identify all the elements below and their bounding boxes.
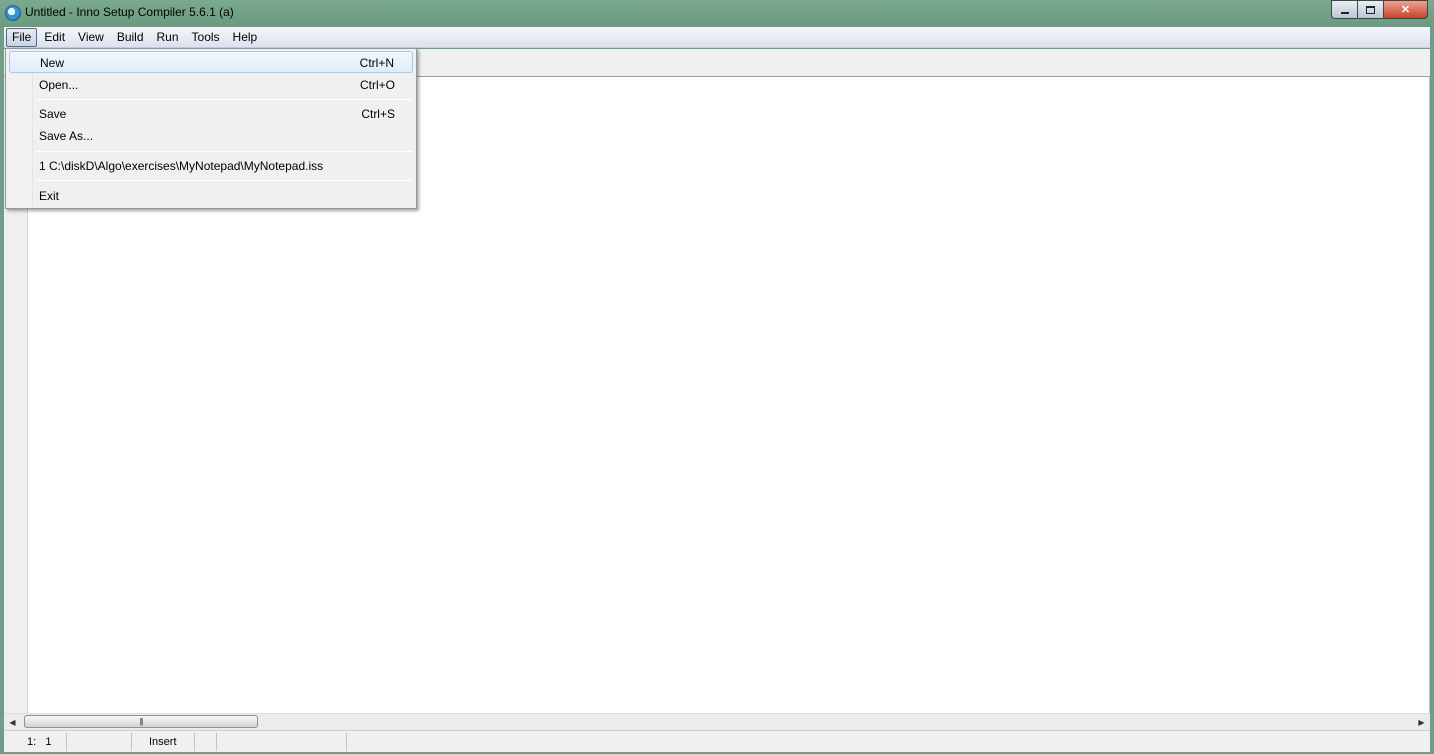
menu-separator xyxy=(36,151,412,152)
menu-tools[interactable]: Tools xyxy=(186,28,226,47)
menu-item-label: Save xyxy=(39,107,67,121)
menu-item-shortcut: Ctrl+S xyxy=(361,107,395,121)
menu-item-label: New xyxy=(40,56,65,70)
menu-edit[interactable]: Edit xyxy=(38,28,71,47)
menu-item-open[interactable]: Open... Ctrl+O xyxy=(9,74,413,96)
grip-icon: ||| xyxy=(139,717,143,726)
maximize-button[interactable] xyxy=(1357,0,1383,19)
scrollbar-thumb[interactable]: ||| xyxy=(24,715,258,728)
menu-bar: File Edit View Build Run Tools Help xyxy=(4,27,1430,48)
menu-item-label: Open... xyxy=(39,78,79,92)
menu-item-new[interactable]: New Ctrl+N xyxy=(9,51,413,73)
horizontal-scrollbar[interactable]: ◀ ||| ▶ xyxy=(4,713,1430,730)
minimize-button[interactable] xyxy=(1331,0,1357,19)
insert-mode: Insert xyxy=(149,736,177,748)
scroll-right-arrow-icon[interactable]: ▶ xyxy=(1413,714,1430,730)
menu-item-recent-file[interactable]: 1 C:\diskD\Algo\exercises\MyNotepad\MyNo… xyxy=(9,155,413,177)
minimize-icon xyxy=(1340,11,1349,14)
menu-item-label: 1 C:\diskD\Algo\exercises\MyNotepad\MyNo… xyxy=(39,159,324,173)
status-divider xyxy=(66,733,67,751)
title-bar[interactable]: Untitled - Inno Setup Compiler 5.6.1 (a)… xyxy=(0,0,1434,27)
status-bar: 1: 1 Insert xyxy=(4,730,1430,752)
menu-item-save-as[interactable]: Save As... xyxy=(9,125,413,147)
menu-separator xyxy=(36,180,412,181)
scroll-left-arrow-icon[interactable]: ◀ xyxy=(4,714,21,730)
menu-build[interactable]: Build xyxy=(111,28,150,47)
window-title: Untitled - Inno Setup Compiler 5.6.1 (a) xyxy=(25,5,234,19)
menu-item-shortcut: Ctrl+N xyxy=(359,56,394,70)
inno-setup-icon[interactable] xyxy=(5,5,21,21)
menu-run[interactable]: Run xyxy=(151,28,185,47)
menu-item-shortcut: Ctrl+O xyxy=(359,78,395,92)
cursor-position: 1: 1 xyxy=(27,736,52,748)
menu-item-label: Save As... xyxy=(39,129,94,143)
window-controls: ✕ xyxy=(1331,0,1428,19)
status-divider xyxy=(131,733,132,751)
menu-item-label: Exit xyxy=(39,189,60,203)
maximize-icon xyxy=(1366,5,1375,14)
status-divider xyxy=(216,733,217,751)
close-icon: ✕ xyxy=(1400,4,1411,16)
menu-separator xyxy=(36,99,412,100)
status-divider xyxy=(346,733,347,751)
status-divider xyxy=(194,733,195,751)
app-window: Untitled - Inno Setup Compiler 5.6.1 (a)… xyxy=(0,0,1434,754)
menu-item-save[interactable]: Save Ctrl+S xyxy=(9,103,413,125)
menu-file[interactable]: File xyxy=(6,27,38,47)
menu-item-exit[interactable]: Exit xyxy=(9,185,413,207)
file-menu-dropdown: New Ctrl+N Open... Ctrl+O Save Ctrl+S Sa… xyxy=(5,48,417,209)
menu-help[interactable]: Help xyxy=(227,28,264,47)
close-button[interactable]: ✕ xyxy=(1383,0,1428,19)
menu-view[interactable]: View xyxy=(72,28,110,47)
